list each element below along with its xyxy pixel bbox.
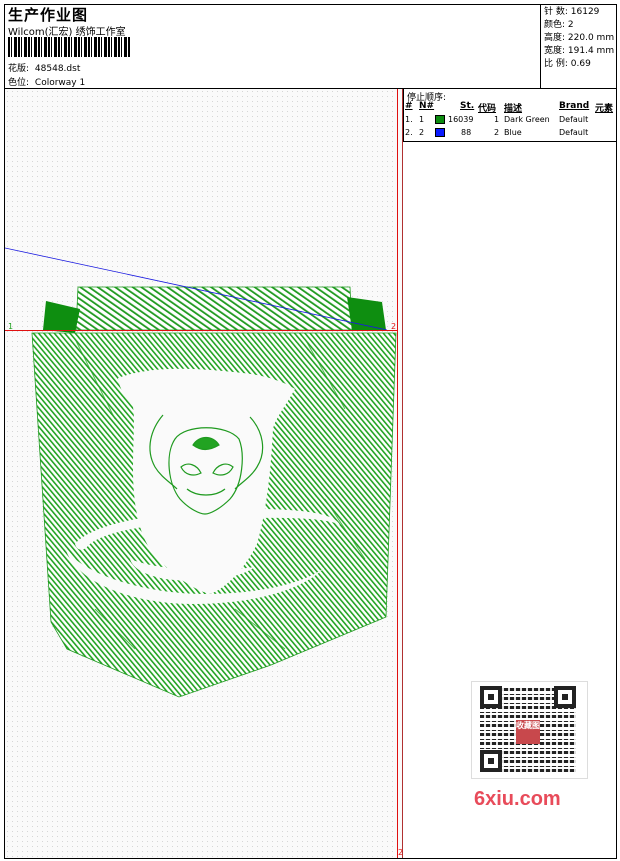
colorway-line: 色位: Colorway 1: [8, 75, 85, 88]
embroidery-preview: [5, 247, 397, 698]
colorway-label: 色位:: [8, 78, 30, 88]
row-2-index: 2.: [405, 128, 413, 137]
guide-line-vertical: [397, 89, 398, 858]
row-1-index: 1.: [405, 115, 413, 124]
qr-finder-top-right: [554, 686, 576, 708]
row-2-needle: 2: [419, 128, 425, 137]
qr-finder-top-left: [480, 686, 502, 708]
stop-sequence-panel: 停止顺序: # N# St. 代码 描述 Brand 元素 1. 1 16039…: [403, 89, 617, 142]
design-file-line: 花版: 48548.dst: [8, 61, 80, 74]
barcode: [8, 37, 130, 57]
row-2-code: 2: [494, 128, 500, 137]
end-marker: 2: [391, 322, 397, 331]
site-watermark: 6xiu.com: [474, 788, 561, 810]
row-1-description: Dark Green: [504, 115, 550, 124]
row-1-color-swatch: [435, 115, 445, 124]
design-info-box: 针 数: 16129 颜色: 2 高度: 220.0 mm 宽度: 191.4 …: [540, 4, 617, 88]
col-header-stitches: St.: [460, 101, 475, 111]
row-2-description: Blue: [504, 128, 522, 137]
design-height: 高度: 220.0 mm: [544, 33, 615, 43]
bottom-marker: 2: [398, 848, 404, 857]
col-header-description: 描述: [504, 104, 523, 114]
col-header-element: 元素: [595, 104, 614, 114]
studio-name: Wilcom(汇宏) 绣饰工作室: [8, 27, 126, 38]
colorway-value: Colorway 1: [34, 78, 86, 88]
row-2-color-swatch: [435, 128, 445, 137]
start-marker: 1: [8, 322, 14, 331]
col-header-needle: N#: [419, 101, 435, 111]
pocket-top-band: [75, 286, 353, 331]
design-width: 宽度: 191.4 mm: [544, 46, 615, 56]
col-header-index: #: [405, 101, 413, 111]
panel-border-line: [402, 89, 403, 858]
page-title: 生产作业图: [8, 6, 89, 24]
row-1-brand: Default: [559, 115, 589, 124]
color-count: 颜色: 2: [544, 20, 574, 30]
stitch-count: 针 数: 16129: [544, 7, 600, 17]
col-header-brand: Brand: [559, 101, 590, 111]
right-tab: [347, 297, 386, 330]
col-header-code: 代码: [478, 104, 497, 114]
row-1-code: 1: [494, 115, 500, 124]
qr-center-stamp: 收藏图: [516, 720, 540, 744]
scale-ratio: 比 例: 0.69: [544, 59, 591, 69]
guide-line-horizontal: [5, 330, 398, 331]
design-file-label: 花版:: [8, 64, 30, 74]
row-1-needle: 1: [419, 115, 425, 124]
row-2-brand: Default: [559, 128, 589, 137]
design-canvas: [5, 89, 403, 858]
qr-finder-bottom-left: [480, 750, 502, 772]
design-file-value: 48548.dst: [34, 64, 81, 74]
row-2-stitches: 88: [461, 128, 472, 137]
row-1-stitches: 16039: [448, 115, 474, 124]
left-tab: [43, 301, 80, 333]
